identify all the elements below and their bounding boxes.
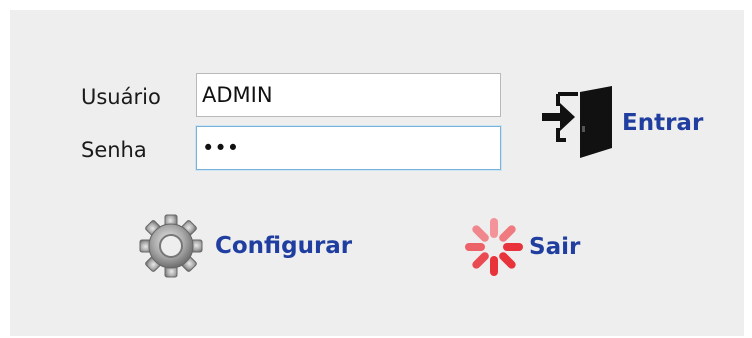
login-panel — [10, 10, 744, 336]
username-label: Usuário — [81, 85, 161, 109]
username-field[interactable] — [196, 73, 501, 117]
spinner-icon — [461, 214, 527, 280]
enter-button[interactable]: Entrar — [540, 86, 703, 160]
gear-icon — [139, 213, 203, 279]
password-label: Senha — [81, 138, 147, 162]
door-enter-icon — [540, 86, 614, 160]
exit-label: Sair — [529, 234, 581, 260]
configure-button[interactable]: Configurar — [139, 213, 352, 279]
exit-button[interactable]: Sair — [461, 214, 580, 280]
configure-label: Configurar — [215, 233, 353, 259]
password-field[interactable] — [196, 126, 501, 170]
enter-label: Entrar — [622, 110, 704, 136]
